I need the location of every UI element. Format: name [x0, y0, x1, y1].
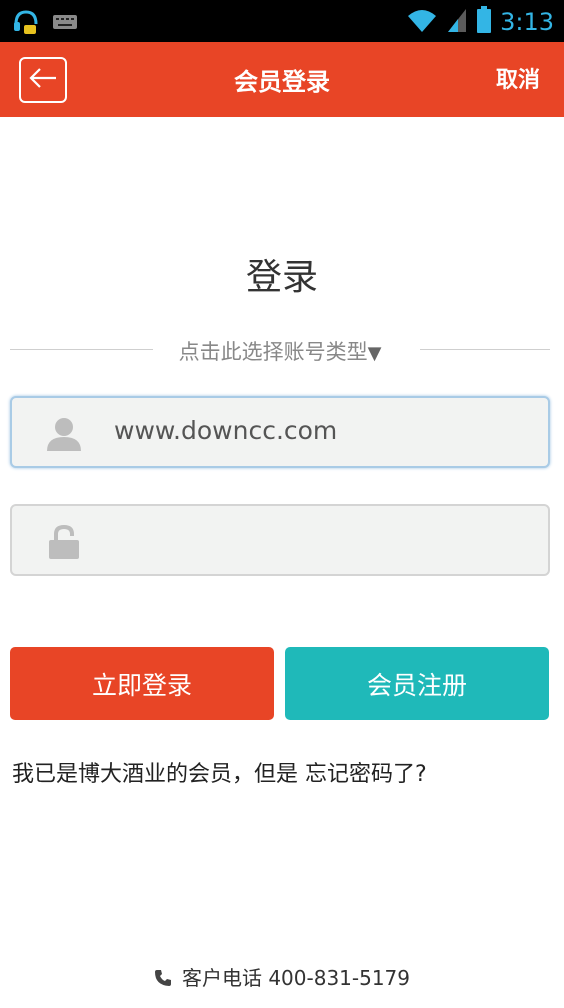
login-heading: 登录: [245, 257, 318, 298]
cancel-button[interactable]: 取消: [496, 62, 540, 94]
battery-icon: [476, 6, 492, 38]
username-field[interactable]: www.downcc.com: [10, 396, 550, 468]
member-text: 我已是博大酒业的会员，但是: [12, 762, 299, 787]
forgot-password-line: 我已是博大酒业的会员，但是 忘记密码了?: [12, 756, 427, 788]
headset-notification-icon: [12, 8, 40, 40]
account-type-selector[interactable]: 点击此选择账号类型▼: [10, 336, 550, 366]
status-clock: 3:13: [500, 8, 554, 36]
username-value: www.downcc.com: [114, 416, 338, 445]
app-header: 会员登录 取消: [0, 42, 564, 117]
wifi-icon: [406, 7, 438, 37]
keyboard-icon: [52, 14, 78, 34]
login-button[interactable]: 立即登录: [10, 647, 274, 720]
password-field[interactable]: [10, 504, 550, 576]
user-icon: [46, 416, 82, 452]
forgot-password-link[interactable]: 忘记密码了?: [305, 762, 427, 787]
register-button[interactable]: 会员注册: [285, 647, 549, 720]
phone-label: 客户电话 400-831-5179: [181, 966, 411, 990]
page-title: 会员登录: [234, 68, 330, 96]
lock-icon: [46, 524, 82, 560]
signal-icon: [446, 7, 468, 37]
customer-phone[interactable]: 客户电话 400-831-5179: [0, 962, 564, 992]
status-bar: 3:13: [0, 0, 564, 42]
account-type-label: 点击此选择账号类型: [178, 340, 368, 364]
triangle-down-icon: ▼: [367, 343, 382, 364]
phone-icon: [154, 968, 172, 992]
